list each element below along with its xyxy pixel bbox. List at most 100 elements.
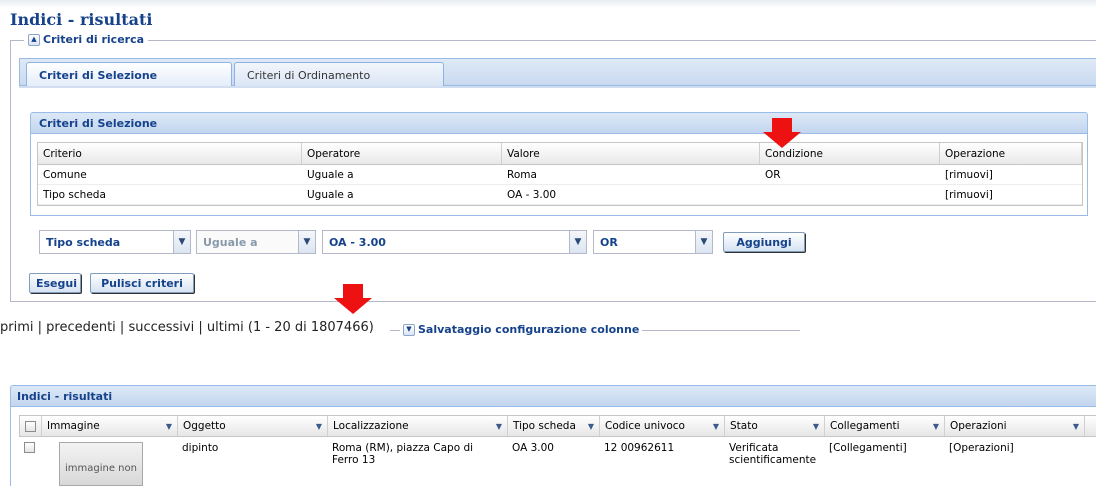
save-config-legend[interactable]: ▼ Salvataggio configurazione colonne	[400, 323, 643, 336]
add-button[interactable]: Aggiungi	[723, 232, 805, 252]
results-panel-header: Indici - risultati	[10, 385, 1096, 407]
cell-localizzazione: Roma (RM), piazza Capo di Ferro 13	[332, 442, 474, 466]
checkbox-icon[interactable]	[24, 442, 35, 453]
column-header-label: Codice univoco	[605, 420, 685, 432]
dropdown-arrow-icon[interactable]: ▼	[316, 422, 322, 431]
execute-button[interactable]: Esegui	[29, 273, 81, 293]
cell-immagine: immagine non	[41, 438, 177, 486]
selection-grid: Criterio Operatore Valore Condizione Ope…	[37, 142, 1083, 206]
column-header-codice-univoco[interactable]: Codice univoco ▼	[600, 416, 725, 436]
chevron-down-icon[interactable]: ▼	[403, 323, 415, 336]
operator-select-value: Uguale a	[203, 236, 258, 249]
operator-select[interactable]: Uguale a ▼	[196, 230, 316, 254]
pager-separator: |	[33, 320, 47, 335]
value-select-value: OA - 3.00	[329, 236, 386, 249]
dropdown-arrow-icon[interactable]: ▼	[588, 422, 594, 431]
dropdown-arrow-icon[interactable]: ▼	[173, 231, 190, 253]
pager: primi | precedenti | successivi | ultimi…	[0, 320, 374, 335]
field-select[interactable]: Tipo scheda ▼	[39, 230, 191, 254]
table-row[interactable]: Tipo scheda Uguale a OA - 3.00 [rimuovi]	[38, 185, 1082, 205]
field-select-value: Tipo scheda	[46, 236, 121, 249]
collapse-icon[interactable]: ▲	[28, 33, 40, 46]
tab-criteri-selezione[interactable]: Criteri di Selezione	[26, 62, 232, 87]
results-grid-header: Immagine ▼ Oggetto ▼ Localizzazione ▼ Tipo …	[19, 415, 1096, 437]
pager-range: (1 - 20 di 1807466)	[247, 320, 374, 335]
column-header-valore[interactable]: Valore	[502, 143, 760, 164]
search-criteria-legend[interactable]: ▲ Criteri di ricerca	[24, 33, 149, 46]
remove-link[interactable]: [rimuovi]	[940, 165, 1082, 184]
dropdown-arrow-icon[interactable]: ▼	[1073, 422, 1079, 431]
table-row[interactable]: Comune Uguale a Roma OR [rimuovi]	[38, 165, 1082, 185]
cell-criterio: Tipo scheda	[43, 188, 106, 201]
cell-condizione: OR	[765, 168, 781, 181]
column-header-operazioni[interactable]: Operazioni ▼	[945, 416, 1085, 436]
dropdown-arrow-icon[interactable]: ▼	[695, 231, 712, 253]
table-row[interactable]: immagine non dipinto Roma (RM), piazza C…	[19, 438, 1096, 486]
tab-criteri-ordinamento[interactable]: Criteri di Ordinamento	[234, 62, 444, 86]
save-config-label: Salvataggio configurazione colonne	[418, 323, 640, 336]
cell-condizione	[760, 185, 940, 204]
checkbox-icon[interactable]	[25, 420, 36, 432]
tab-underline	[19, 86, 1096, 88]
cell-stato: Verificata scientificamente	[729, 442, 817, 466]
column-header-oggetto[interactable]: Oggetto ▼	[178, 416, 328, 436]
pager-previous-link[interactable]: precedenti	[46, 320, 116, 335]
top-bar	[0, 0, 1096, 8]
search-criteria-label: Criteri di ricerca	[43, 33, 145, 46]
pager-last-link[interactable]: ultimi	[207, 320, 244, 335]
dropdown-arrow-icon[interactable]: ▼	[496, 422, 502, 431]
dropdown-arrow-icon[interactable]: ▼	[713, 422, 719, 431]
dropdown-arrow-icon[interactable]: ▼	[166, 422, 172, 431]
column-header-immagine[interactable]: Immagine ▼	[42, 416, 178, 436]
pager-next-link[interactable]: successivi	[128, 320, 194, 335]
cell-tipo-scheda: OA 3.00	[512, 442, 554, 454]
selection-panel-header: Criteri di Selezione	[30, 112, 1088, 134]
column-header-localizzazione[interactable]: Localizzazione ▼	[328, 416, 508, 436]
tab-label: Criteri di Selezione	[39, 69, 158, 82]
column-header-label: Oggetto	[183, 420, 226, 432]
condition-select[interactable]: OR ▼	[593, 230, 713, 254]
fieldset-edge	[10, 40, 22, 41]
page-title: Indici - risultati	[10, 10, 153, 29]
column-header-label: Immagine	[47, 420, 100, 432]
cell-valore: OA - 3.00	[507, 188, 557, 201]
column-header-label: Tipo scheda	[513, 420, 576, 432]
tab-label: Criteri di Ordinamento	[247, 69, 371, 82]
collegamenti-link[interactable]: [Collegamenti]	[824, 438, 944, 486]
criteria-tabstrip: Criteri di Selezione Criteri di Ordiname…	[19, 58, 1096, 87]
column-header-operazione[interactable]: Operazione	[940, 143, 1082, 164]
cell-operatore: Uguale a	[307, 188, 354, 201]
column-header-label: Collegamenti	[830, 420, 900, 432]
column-header-label: Stato	[730, 420, 758, 432]
dropdown-arrow-icon[interactable]: ▼	[569, 231, 586, 253]
dropdown-arrow-icon[interactable]: ▼	[298, 231, 315, 253]
column-header-collegamenti[interactable]: Collegamenti ▼	[825, 416, 945, 436]
value-select[interactable]: OA - 3.00 ▼	[322, 230, 587, 254]
dropdown-arrow-icon[interactable]: ▼	[933, 422, 939, 431]
pager-separator: |	[194, 320, 207, 335]
cell-criterio: Comune	[43, 168, 87, 181]
row-checkbox[interactable]	[19, 438, 41, 486]
operazioni-link[interactable]: [Operazioni]	[944, 438, 1084, 486]
results-grid: Immagine ▼ Oggetto ▼ Localizzazione ▼ Tipo …	[10, 407, 1096, 486]
column-header-label: Operazioni	[950, 420, 1007, 432]
image-placeholder[interactable]: immagine non	[59, 442, 143, 486]
remove-link[interactable]: [rimuovi]	[940, 185, 1082, 204]
select-all-checkbox[interactable]	[20, 416, 42, 436]
cell-operatore: Uguale a	[307, 168, 354, 181]
cell-valore: Roma	[507, 168, 537, 181]
column-header-stato[interactable]: Stato ▼	[725, 416, 825, 436]
column-header-criterio[interactable]: Criterio	[38, 143, 302, 164]
dropdown-arrow-icon[interactable]: ▼	[813, 422, 819, 431]
pager-first-link[interactable]: primi	[0, 320, 33, 335]
selection-panel: Criterio Operatore Valore Condizione Ope…	[30, 134, 1088, 216]
column-header-operatore[interactable]: Operatore	[302, 143, 502, 164]
selection-grid-header: Criterio Operatore Valore Condizione Ope…	[38, 143, 1082, 165]
column-header-label: Localizzazione	[333, 420, 409, 432]
column-header-tipo-scheda[interactable]: Tipo scheda ▼	[508, 416, 600, 436]
red-arrow-icon	[762, 118, 802, 148]
clear-criteria-button[interactable]: Pulisci criteri	[90, 273, 194, 293]
condition-select-value: OR	[600, 236, 618, 249]
cell-oggetto: dipinto	[182, 442, 219, 454]
red-arrow-icon	[333, 284, 373, 314]
